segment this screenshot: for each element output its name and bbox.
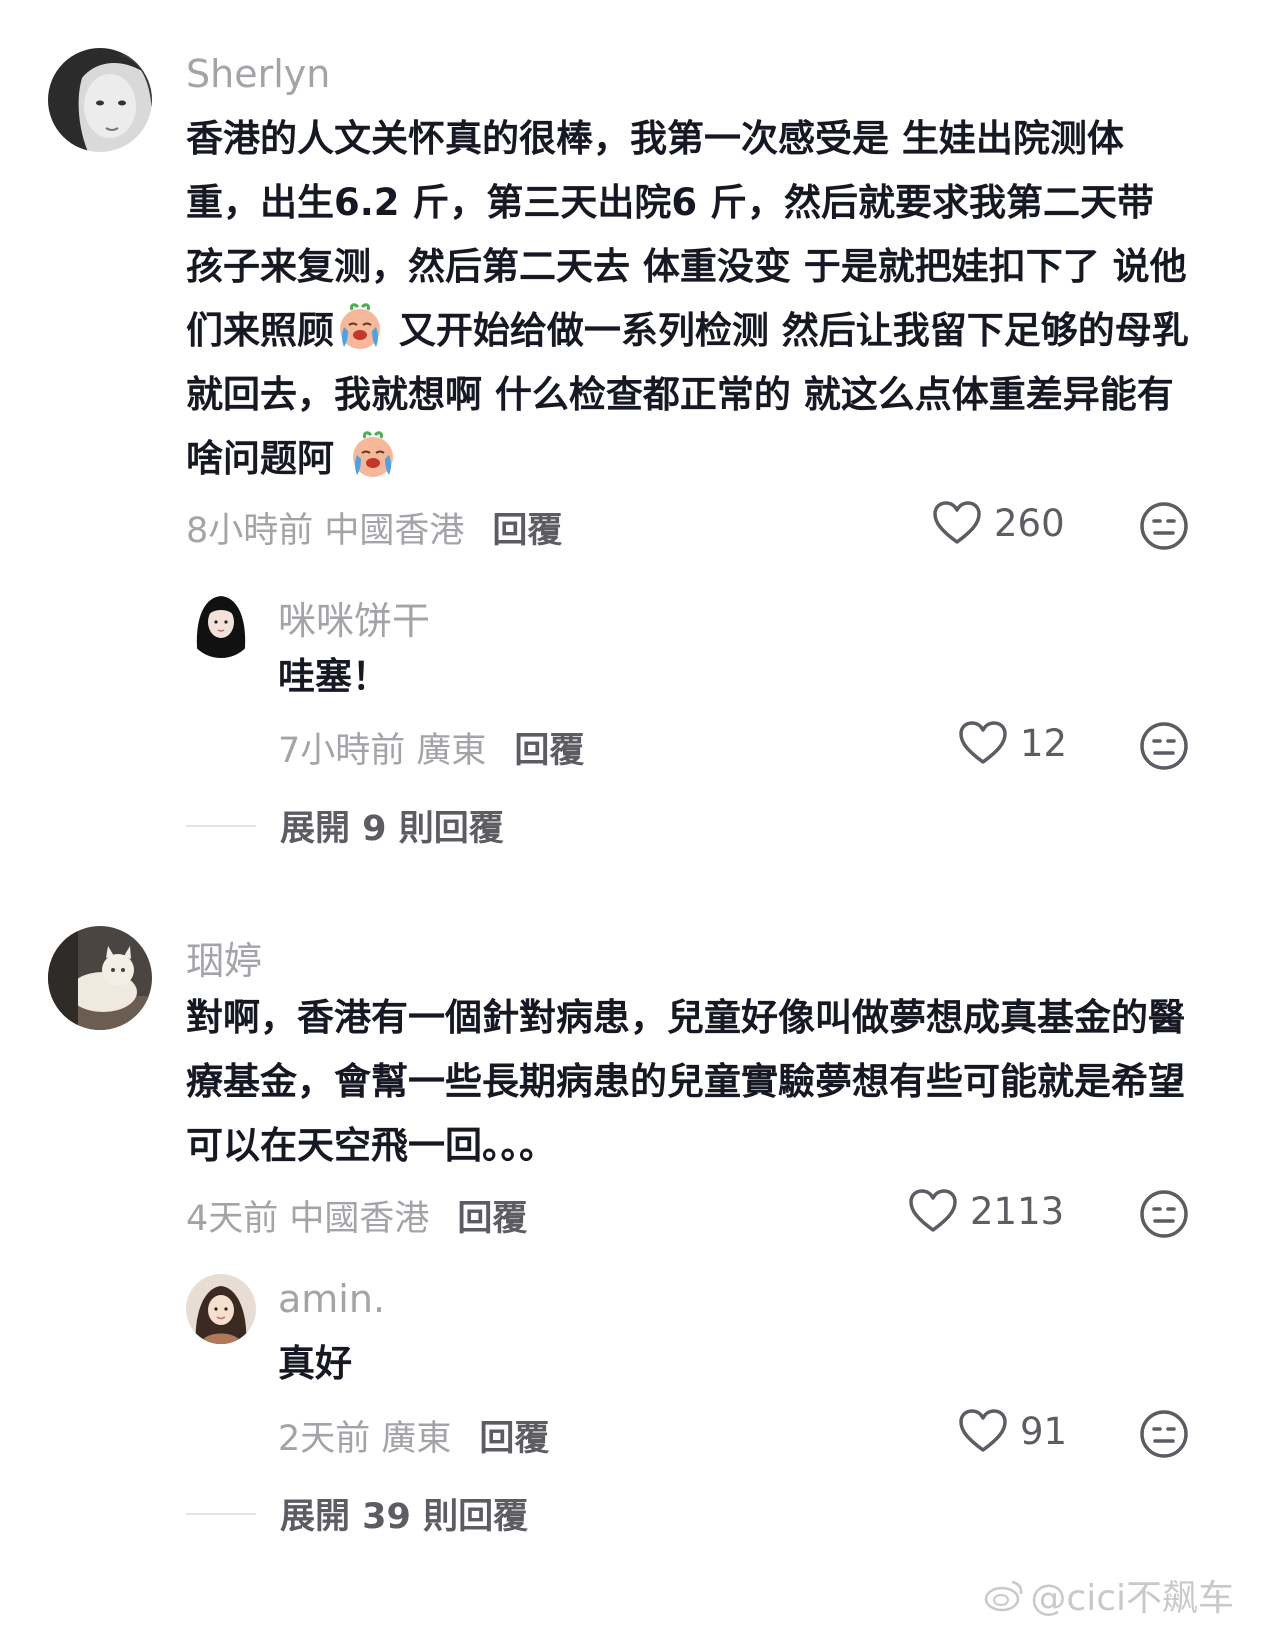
reply-time-location: 2天前 廣東	[278, 1419, 452, 1459]
reply-username[interactable]: 咪咪饼干	[278, 590, 430, 645]
like-count: 12	[1020, 721, 1068, 765]
avatar[interactable]	[48, 926, 152, 1030]
expand-replies-button[interactable]: 展開 39 則回覆	[186, 1488, 528, 1539]
expand-replies-label: 展開 9 則回覆	[280, 809, 504, 849]
comment-time-location: 4天前 中國香港	[186, 1199, 430, 1239]
dislike-button[interactable]	[1138, 1408, 1190, 1460]
watermark-text: @cici不飙车	[1030, 1578, 1234, 1619]
comment-meta: 8小時前 中國香港 回覆	[186, 502, 562, 553]
comment-text: 對啊，香港有一個針對病患，兒童好像叫做夢想成真基金的醫療基金，會幫一些長期病患的…	[186, 996, 1185, 1167]
crying-face-emoji	[340, 303, 380, 349]
comment-username[interactable]: 珚婷	[186, 930, 262, 985]
heart-outline-icon	[909, 1189, 957, 1232]
reply-username[interactable]: amin.	[278, 1277, 385, 1321]
dislike-button[interactable]	[1138, 720, 1190, 772]
reply-button[interactable]: 回覆	[479, 1419, 549, 1459]
reply-time-location: 7小時前 廣東	[278, 731, 487, 771]
neutral-face-icon	[1140, 1410, 1188, 1458]
reply-text: 真好	[278, 1342, 352, 1385]
divider-line	[186, 1512, 256, 1515]
like-count: 91	[1020, 1409, 1068, 1453]
like-button[interactable]: 12	[958, 720, 1067, 766]
dislike-button[interactable]	[1138, 1188, 1190, 1240]
heart-outline-icon	[959, 1409, 1007, 1452]
like-button[interactable]: 260	[932, 500, 1065, 546]
neutral-face-icon	[1140, 722, 1188, 770]
expand-replies-label: 展開 39 則回覆	[280, 1497, 529, 1537]
expand-replies-button[interactable]: 展開 9 則回覆	[186, 800, 504, 851]
reply-meta: 2天前 廣東 回覆	[278, 1410, 549, 1461]
neutral-face-icon	[1140, 1190, 1188, 1238]
divider-line	[186, 824, 256, 827]
avatar[interactable]	[48, 48, 152, 152]
comment-username[interactable]: Sherlyn	[186, 52, 330, 96]
dislike-button[interactable]	[1138, 500, 1190, 552]
comment-meta: 4天前 中國香港 回覆	[186, 1190, 527, 1241]
reply-button[interactable]: 回覆	[457, 1199, 527, 1239]
reply-meta: 7小時前 廣東 回覆	[278, 722, 584, 773]
comment-time-location: 8小時前 中國香港	[186, 511, 465, 551]
heart-outline-icon	[933, 501, 981, 544]
like-count: 2113	[970, 1189, 1065, 1233]
like-button[interactable]: 91	[958, 1408, 1067, 1454]
reply-button[interactable]: 回覆	[492, 511, 562, 551]
avatar[interactable]	[186, 1274, 256, 1344]
reply-button[interactable]: 回覆	[514, 731, 584, 771]
like-count: 260	[994, 501, 1065, 545]
like-button[interactable]: 2113	[908, 1188, 1064, 1234]
crying-face-emoji	[352, 431, 393, 477]
comment-text: 香港的人文关怀真的很棒，我第一次感受是 生娃出院测体重，出生6.2 斤，第三天出…	[186, 107, 1190, 491]
neutral-face-icon	[1140, 502, 1188, 550]
reply-text: 哇塞！	[278, 655, 389, 698]
heart-outline-icon	[959, 721, 1007, 764]
avatar[interactable]	[186, 588, 256, 658]
weibo-logo-icon	[985, 1580, 1023, 1612]
watermark: @cici不飙车	[984, 1569, 1234, 1621]
